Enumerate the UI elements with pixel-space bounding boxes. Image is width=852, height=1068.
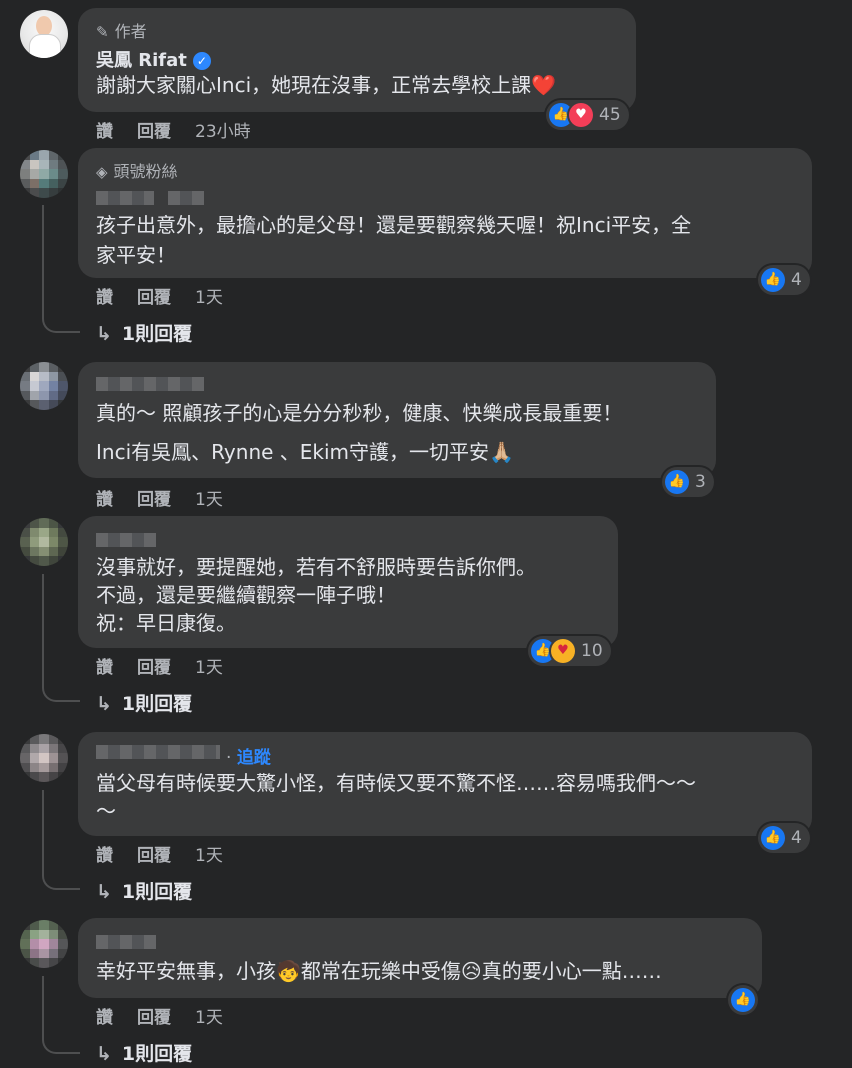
reaction-summary[interactable]: 👍 4 [758, 823, 810, 853]
view-replies-label[interactable]: 1則回覆 [122, 693, 192, 715]
reply-arrow-icon: ↳ [96, 1043, 112, 1065]
comment-actions: 讚 回覆 1天 [96, 841, 247, 866]
reaction-summary[interactable]: 👍 ♥ 10 [528, 636, 611, 666]
reaction-count: 4 [791, 828, 802, 848]
comment-time[interactable]: 1天 [195, 490, 223, 510]
follow-area: · 追蹤 [226, 743, 271, 768]
reaction-summary[interactable]: 👍 [728, 985, 758, 1015]
comment-text: 真的～ 照顧孩子的心是分分秒秒，健康、快樂成長最重要！ [96, 401, 623, 425]
comment-actions: 讚 回覆 1天 [96, 485, 247, 510]
blurred-name[interactable] [96, 935, 156, 949]
comment-text: ～ [96, 799, 116, 823]
reaction-count: 4 [791, 270, 802, 290]
thread-line [42, 790, 80, 890]
comment-text: 孩子出意外，最擔心的是父母！還是要觀察幾天喔！祝Inci平安，全 [96, 213, 692, 237]
reply-link[interactable]: 回覆 [137, 490, 171, 510]
comment-actions: 讚 回覆 23小時 [96, 117, 275, 142]
comment-actions: 讚 回覆 1天 [96, 1003, 247, 1028]
reply-arrow-icon: ↳ [96, 323, 112, 345]
thread-line [42, 574, 80, 702]
comment-text: 幸好平安無事，小孩🧒都常在玩樂中受傷😥真的要小心一點…… [96, 959, 662, 983]
comment-text: 謝謝大家關心Inci，她現在沒事，正常去學校上課❤️ [96, 73, 557, 97]
like-link[interactable]: 讚 [96, 658, 113, 678]
like-link[interactable]: 讚 [96, 1008, 113, 1028]
comment-text: Inci有吳鳳、Rynne 、Ekim守護，一切平安🙏🏼 [96, 440, 514, 464]
reaction-summary[interactable]: 👍 3 [662, 467, 714, 497]
commenter-avatar[interactable] [20, 518, 68, 566]
author-tag: ✎ 作者 [96, 18, 147, 42]
view-replies-link[interactable]: ↳ 1則回覆 [96, 689, 192, 716]
comment-text: 沒事就好，要提醒她，若有不舒服時要告訴你們。 [96, 555, 536, 579]
love-reaction-icon: ♥ [569, 103, 593, 127]
comment-time[interactable]: 1天 [195, 1008, 223, 1028]
commenter-avatar[interactable] [20, 150, 68, 198]
comment-text: 祝：早日康復。 [96, 611, 236, 635]
thread-line [42, 976, 80, 1054]
care-reaction-icon: ♥ [551, 639, 575, 663]
follow-link[interactable]: 追蹤 [237, 748, 271, 768]
comment-text: 家平安！ [96, 243, 176, 267]
reply-link[interactable]: 回覆 [137, 658, 171, 678]
view-replies-link[interactable]: ↳ 1則回覆 [96, 1039, 192, 1066]
like-reaction-icon: 👍 [665, 470, 689, 494]
blurred-name[interactable] [96, 377, 204, 391]
reaction-count: 10 [581, 641, 603, 661]
comment-time[interactable]: 1天 [195, 658, 223, 678]
comment-time[interactable]: 1天 [195, 288, 223, 308]
dot-separator: · [226, 748, 237, 768]
view-replies-link[interactable]: ↳ 1則回覆 [96, 877, 192, 904]
reaction-summary[interactable]: 👍 ♥ 45 [546, 100, 629, 130]
commenter-avatar[interactable] [20, 920, 68, 968]
comment-actions: 讚 回覆 1天 [96, 283, 247, 308]
comment-actions: 讚 回覆 1天 [96, 653, 247, 678]
diamond-badge-icon: ◈ [96, 163, 108, 181]
reply-link[interactable]: 回覆 [137, 288, 171, 308]
like-reaction-icon: 👍 [731, 988, 755, 1012]
blurred-name[interactable] [96, 745, 220, 759]
blurred-name[interactable] [168, 191, 204, 205]
author-tag-label: 作者 [114, 22, 147, 41]
reply-link[interactable]: 回覆 [137, 122, 171, 142]
commenter-avatar[interactable] [20, 734, 68, 782]
thread-line [42, 205, 80, 333]
reaction-count: 3 [695, 472, 706, 492]
view-replies-label[interactable]: 1則回覆 [122, 881, 192, 903]
comment-text: 不過，還是要繼續觀察一陣子哦！ [96, 583, 396, 607]
pencil-icon: ✎ [96, 23, 109, 41]
reply-arrow-icon: ↳ [96, 881, 112, 903]
reaction-summary[interactable]: 👍 4 [758, 265, 810, 295]
reply-link[interactable]: 回覆 [137, 1008, 171, 1028]
author-avatar[interactable] [20, 10, 68, 58]
top-fan-badge: ◈ 頭號粉絲 [96, 158, 178, 182]
comment-time[interactable]: 1天 [195, 846, 223, 866]
commenter-name-text[interactable]: 吳鳳 Rifat [96, 50, 187, 71]
verified-badge-icon: ✓ [192, 52, 211, 70]
reply-arrow-icon: ↳ [96, 693, 112, 715]
comment-text: 當父母有時候要大驚小怪，有時候又要不驚不怪……容易嗎我們～～ [96, 771, 696, 795]
commenter-name[interactable]: 吳鳳 Rifat ✓ [96, 46, 211, 72]
blurred-name[interactable] [96, 533, 156, 547]
reply-link[interactable]: 回覆 [137, 846, 171, 866]
view-replies-label[interactable]: 1則回覆 [122, 1043, 192, 1065]
like-link[interactable]: 讚 [96, 846, 113, 866]
like-reaction-icon: 👍 [761, 826, 785, 850]
view-replies-link[interactable]: ↳ 1則回覆 [96, 319, 192, 346]
like-link[interactable]: 讚 [96, 122, 113, 142]
like-reaction-icon: 👍 [761, 268, 785, 292]
commenter-avatar[interactable] [20, 362, 68, 410]
like-link[interactable]: 讚 [96, 490, 113, 510]
view-replies-label[interactable]: 1則回覆 [122, 323, 192, 345]
like-link[interactable]: 讚 [96, 288, 113, 308]
comment-time[interactable]: 23小時 [195, 122, 251, 142]
top-fan-label: 頭號粉絲 [113, 162, 178, 181]
blurred-name[interactable] [96, 191, 154, 205]
reaction-count: 45 [599, 105, 621, 125]
